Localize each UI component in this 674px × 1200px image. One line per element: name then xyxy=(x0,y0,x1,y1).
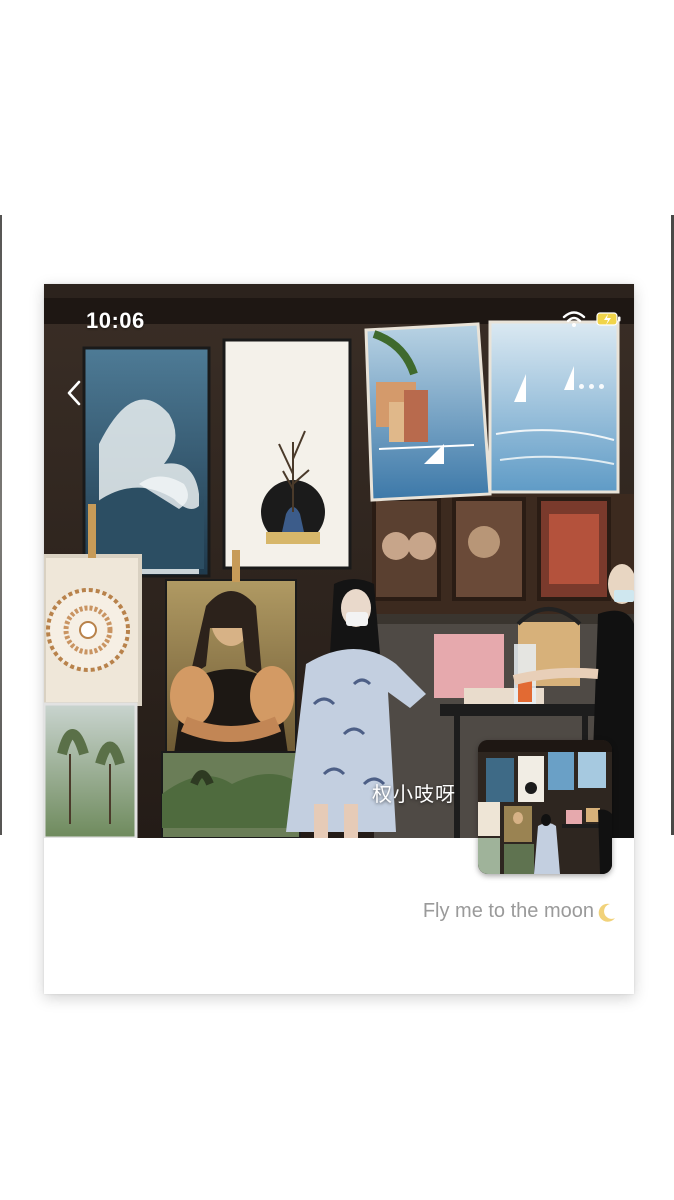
more-dot xyxy=(599,384,604,389)
caption: Fly me to the moon xyxy=(423,900,618,923)
crescent-moon-icon xyxy=(598,903,615,922)
photo-thumbnail[interactable] xyxy=(478,740,612,874)
photo-watermark: 权小吱呀 xyxy=(372,784,456,806)
wifi-icon xyxy=(562,311,586,327)
more-dot xyxy=(589,384,594,389)
thumbnail-illustration xyxy=(478,740,612,874)
adjacent-page-edge-left xyxy=(0,215,2,835)
more-dot xyxy=(579,384,584,389)
status-time: 10:06 xyxy=(86,308,145,333)
caption-text: Fly me to the moon xyxy=(422,900,594,922)
more-dots-icon[interactable] xyxy=(579,384,604,389)
status-icons xyxy=(562,310,622,328)
chevron-left-icon[interactable] xyxy=(62,378,86,408)
polaroid-card: 10:06 权小吱呀 Fly me to the moon xyxy=(44,284,634,994)
battery-charging-icon xyxy=(596,312,621,326)
